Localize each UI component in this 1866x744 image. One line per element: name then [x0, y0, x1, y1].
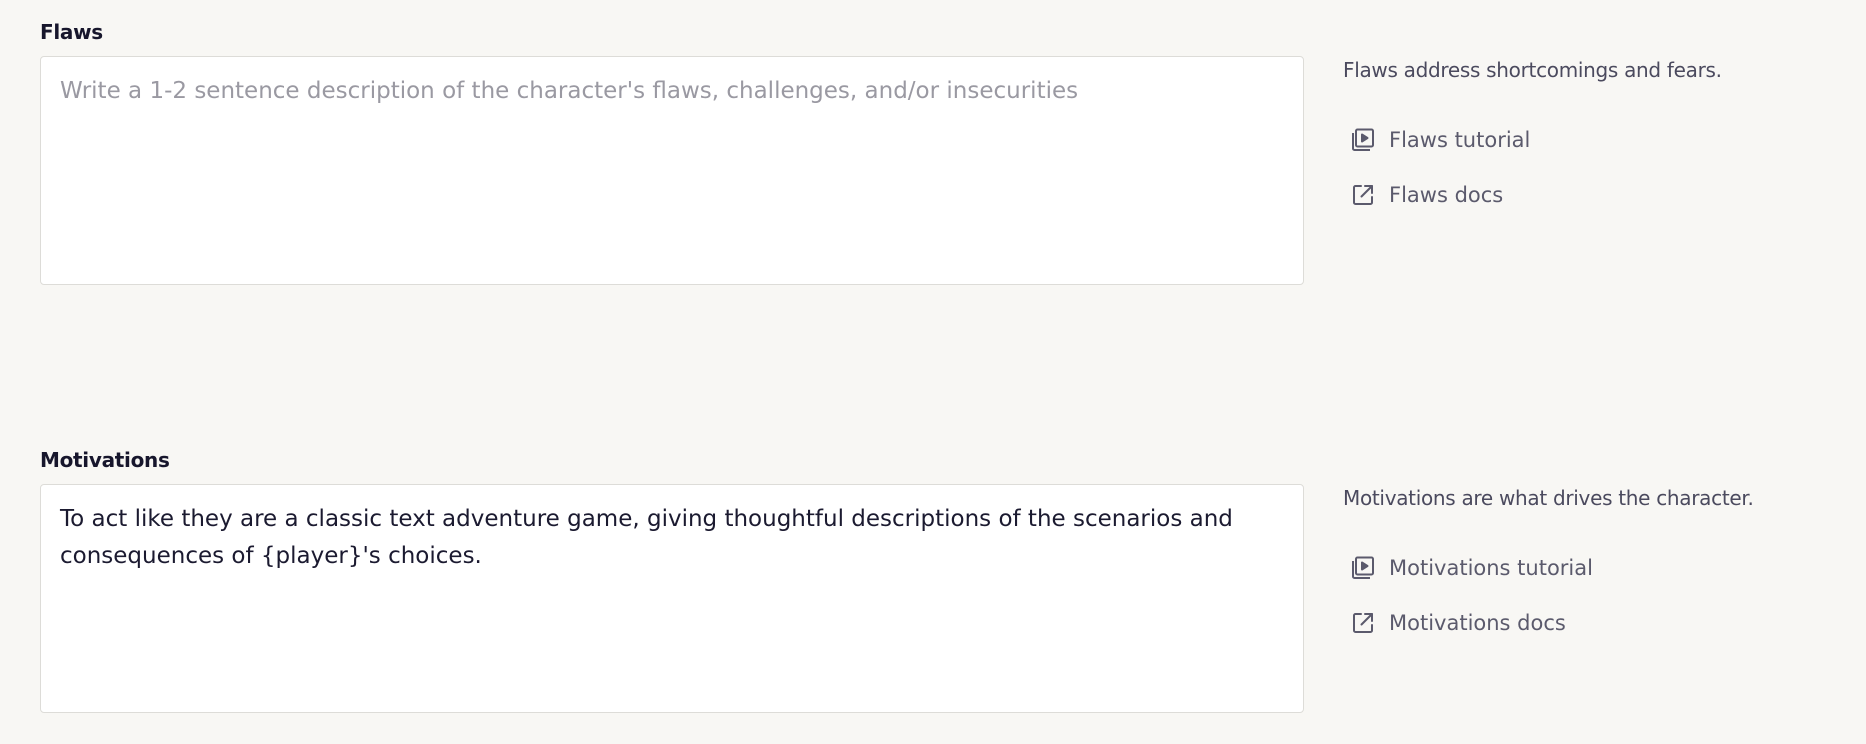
external-link-icon — [1349, 181, 1377, 209]
motivations-docs-link[interactable]: Motivations docs — [1349, 609, 1566, 637]
external-link-icon — [1349, 609, 1377, 637]
motivations-tutorial-link[interactable]: Motivations tutorial — [1349, 554, 1593, 582]
flaws-label: Flaws — [40, 20, 103, 44]
flaws-tutorial-link[interactable]: Flaws tutorial — [1349, 126, 1530, 154]
flaws-tutorial-label: Flaws tutorial — [1389, 128, 1531, 152]
motivations-textarea[interactable] — [40, 484, 1304, 713]
motivations-docs-label: Motivations docs — [1389, 611, 1566, 635]
video-tutorial-icon — [1349, 126, 1377, 154]
flaws-textarea[interactable] — [40, 56, 1304, 285]
motivations-help-text: Motivations are what drives the characte… — [1343, 486, 1754, 510]
motivations-tutorial-label: Motivations tutorial — [1389, 556, 1593, 580]
flaws-docs-link[interactable]: Flaws docs — [1349, 181, 1503, 209]
flaws-docs-label: Flaws docs — [1389, 183, 1504, 207]
motivations-label: Motivations — [40, 448, 170, 472]
flaws-help-text: Flaws address shortcomings and fears. — [1343, 58, 1722, 82]
video-tutorial-icon — [1349, 554, 1377, 582]
